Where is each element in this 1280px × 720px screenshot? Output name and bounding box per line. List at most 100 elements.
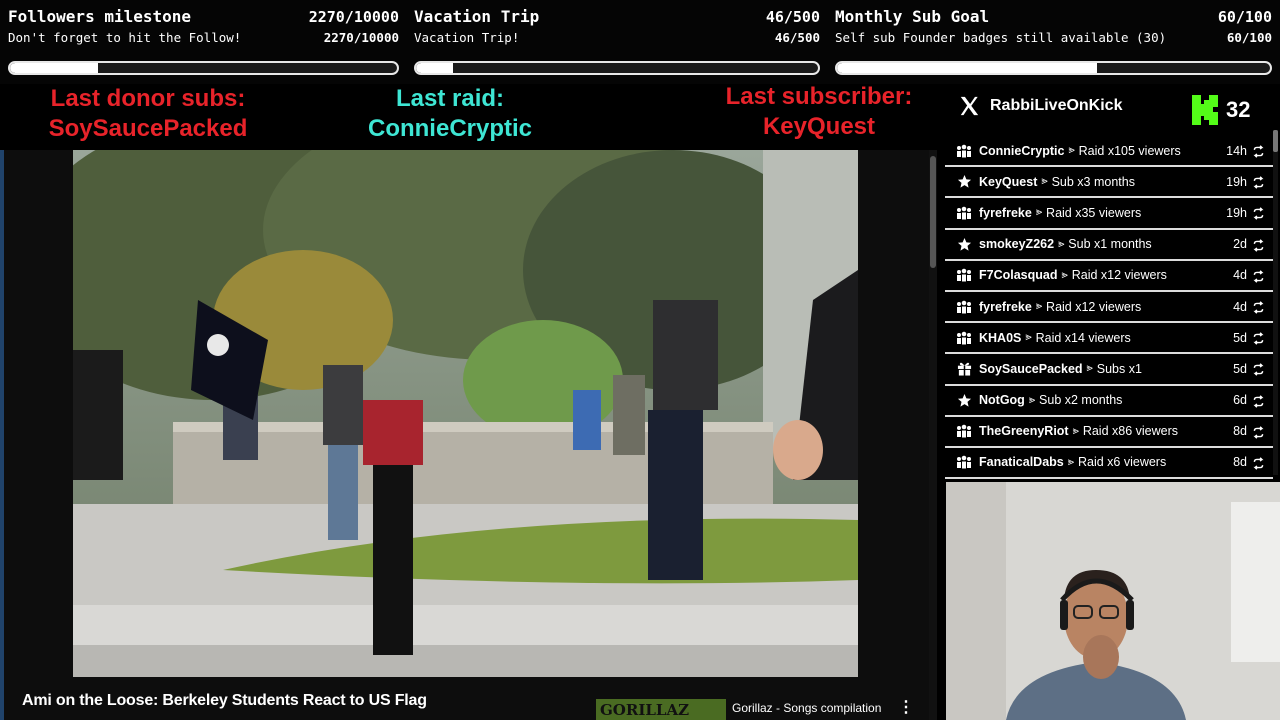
event-time: 8d xyxy=(1233,455,1247,470)
event-row: fyrefreke ⪢ Raid x35 viewers 19h xyxy=(945,198,1273,230)
replay-icon[interactable] xyxy=(1252,270,1265,283)
replay-icon[interactable] xyxy=(1252,425,1265,439)
event-username: fyrefreke xyxy=(979,299,1032,314)
replay-icon[interactable] xyxy=(1252,238,1265,252)
goal-sub-count: 60/100 xyxy=(1226,30,1272,45)
raid-icon xyxy=(956,205,972,221)
more-options-icon[interactable]: ⋮ xyxy=(898,700,914,716)
event-time: 4d xyxy=(1233,299,1247,314)
event-description: Raid x6 viewers xyxy=(1077,455,1167,470)
raid-icon xyxy=(956,454,972,470)
goal-sub-count: 46/500 xyxy=(774,30,820,45)
event-description: Sub x2 months xyxy=(1039,393,1123,408)
goal-title: Followers milestone xyxy=(8,7,192,26)
replay-icon[interactable] xyxy=(1252,394,1265,408)
last-subscriber-label: Last subscriber: xyxy=(725,83,913,110)
video-scrollbar[interactable] xyxy=(929,150,937,720)
event-separator: ⪢ xyxy=(1067,455,1074,468)
event-row: SoySaucePacked ⪢ Subs x1 5d xyxy=(945,354,1273,386)
last-subscriber: Last subscriber: KeyQuest xyxy=(705,82,933,142)
event-separator: ⪢ xyxy=(1041,175,1048,188)
event-time: 5d xyxy=(1233,361,1247,376)
event-time: 6d xyxy=(1233,393,1247,408)
goal-title: Monthly Sub Goal xyxy=(835,7,990,26)
replay-icon[interactable] xyxy=(1252,207,1265,221)
event-row: FanaticalDabs ⪢ Raid x6 viewers 8d xyxy=(945,447,1273,480)
webcam-feed xyxy=(946,482,1280,720)
event-username: ConnieCryptic xyxy=(979,143,1065,158)
event-username: TheGreenyRiot xyxy=(979,424,1069,439)
event-username: KeyQuest xyxy=(979,174,1038,189)
goal-progress-bar xyxy=(8,61,399,75)
event-description: Sub x3 months xyxy=(1051,174,1135,189)
replay-icon[interactable] xyxy=(1252,301,1265,314)
event-separator: ⪢ xyxy=(1061,268,1068,281)
goal-progress-bar xyxy=(835,61,1272,75)
replay-icon[interactable] xyxy=(1252,457,1265,470)
event-time: 5d xyxy=(1233,330,1247,345)
star-icon xyxy=(956,236,972,252)
kick-viewer-count: 32 xyxy=(1192,95,1250,125)
goal-subtitle: Self sub Founder badges still available … xyxy=(835,30,1167,45)
event-description: Raid x14 viewers xyxy=(1035,330,1131,345)
goal-title: Vacation Trip xyxy=(414,7,540,26)
kick-count: 32 xyxy=(1226,97,1251,122)
social-handle: RabbiLiveOnKick xyxy=(958,92,1122,120)
event-row: KeyQuest ⪢ Sub x3 months 19h xyxy=(945,167,1273,199)
last-donor-name: SoySaucePacked xyxy=(48,115,248,142)
event-description: Sub x1 months xyxy=(1068,237,1152,252)
event-username: F7Colasquad xyxy=(979,268,1058,283)
goal-progress-fill xyxy=(416,63,453,73)
event-username: NotGog xyxy=(979,393,1025,408)
replay-icon[interactable] xyxy=(1252,145,1265,158)
event-time: 19h xyxy=(1226,205,1247,220)
events-scrollbar[interactable] xyxy=(1273,130,1278,475)
event-username: FanaticalDabs xyxy=(979,455,1064,470)
recommended-video-thumbnail[interactable]: GORILLAZ xyxy=(596,699,726,720)
last-subscriber-name: KeyQuest xyxy=(762,113,876,140)
social-handle-text: RabbiLiveOnKick xyxy=(990,97,1123,114)
goal-count: 46/500 xyxy=(765,8,820,26)
replay-icon[interactable] xyxy=(1252,332,1265,345)
webcam-image xyxy=(946,482,1280,720)
goal-sub-count: 2270/10000 xyxy=(323,30,399,45)
goal-vacation: Vacation Trip 46/500 Vacation Trip! 46/5… xyxy=(414,0,820,84)
event-username: SoySaucePacked xyxy=(979,361,1083,376)
replay-icon[interactable] xyxy=(1252,363,1265,377)
last-raid-label: Last raid: xyxy=(395,85,505,112)
event-separator: ⪢ xyxy=(1058,237,1065,250)
raid-icon xyxy=(956,267,972,283)
event-description: Raid x12 viewers xyxy=(1071,268,1167,283)
event-description: Raid x35 viewers xyxy=(1046,205,1142,220)
video-title[interactable]: Ami on the Loose: Berkeley Students Reac… xyxy=(22,692,427,710)
video-player[interactable] xyxy=(73,150,858,677)
event-time: 2d xyxy=(1233,237,1247,252)
event-separator: ⪢ xyxy=(1086,362,1093,375)
kick-logo-icon xyxy=(1192,95,1218,125)
event-time: 19h xyxy=(1226,174,1247,189)
goal-subtitle: Vacation Trip! xyxy=(414,30,520,45)
event-separator: ⪢ xyxy=(1025,331,1032,344)
event-time: 4d xyxy=(1233,268,1247,283)
event-description: Raid x12 viewers xyxy=(1046,299,1142,314)
star-icon xyxy=(956,392,972,408)
goals-bar: Followers milestone 2270/10000 Don't for… xyxy=(0,0,1280,84)
event-separator: ⪢ xyxy=(1068,144,1075,157)
event-description: Subs x1 xyxy=(1096,361,1142,376)
recommended-video-title[interactable]: Gorillaz - Songs compilation xyxy=(732,701,881,715)
last-donor-label: Last donor subs: xyxy=(50,85,246,112)
raid-icon xyxy=(956,143,972,159)
goal-progress-fill xyxy=(10,63,98,73)
event-username: KHA0S xyxy=(979,330,1022,345)
recommended-thumb-text: GORILLAZ xyxy=(600,701,690,719)
replay-icon[interactable] xyxy=(1252,176,1265,189)
event-description: Raid x86 viewers xyxy=(1082,424,1179,439)
goal-progress-bar xyxy=(414,61,820,75)
goal-progress-fill xyxy=(837,63,1097,73)
event-row: smokeyZ262 ⪢ Sub x1 months 2d xyxy=(945,229,1273,261)
video-scrollbar-thumb[interactable] xyxy=(930,156,936,268)
event-row: ConnieCryptic ⪢ Raid x105 viewers 14h xyxy=(945,136,1273,168)
event-separator: ⪢ xyxy=(1035,206,1043,219)
event-time: 14h xyxy=(1226,143,1247,158)
events-scrollbar-thumb[interactable] xyxy=(1273,130,1278,152)
